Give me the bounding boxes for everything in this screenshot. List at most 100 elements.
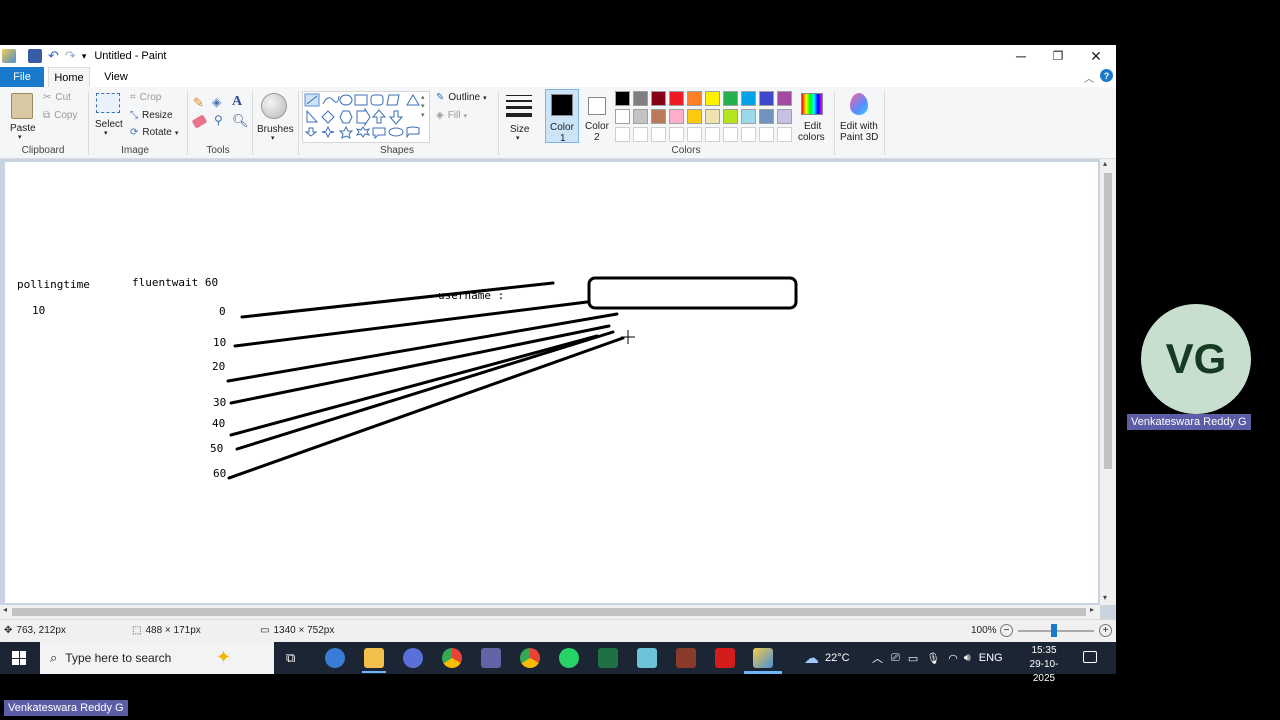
help-icon[interactable]: ? <box>1100 69 1113 82</box>
color-swatch[interactable] <box>705 109 720 124</box>
color-swatch[interactable] <box>723 91 738 106</box>
shapes-gallery[interactable] <box>302 91 430 143</box>
color-swatch[interactable] <box>741 127 756 142</box>
copy-button[interactable]: ⧉ Copy <box>43 110 78 121</box>
zoom-slider[interactable] <box>1018 624 1094 637</box>
file-explorer-icon[interactable] <box>364 648 384 668</box>
color-swatch[interactable] <box>741 91 756 106</box>
tab-home[interactable]: Home <box>48 67 90 87</box>
save-icon[interactable] <box>28 49 42 63</box>
acrobat-icon[interactable] <box>715 648 735 668</box>
tab-view[interactable]: View <box>96 67 136 87</box>
battery-icon[interactable]: ▭ <box>908 652 918 665</box>
zoom-in-icon[interactable]: + <box>1099 624 1112 637</box>
color-swatch[interactable] <box>705 91 720 106</box>
excel-icon[interactable] <box>598 648 618 668</box>
color-swatch[interactable] <box>669 109 684 124</box>
shapes-scroll[interactable]: ▴ ▾ ▾ <box>421 93 425 120</box>
notes-app-icon[interactable] <box>637 648 657 668</box>
scroll-up-icon[interactable]: ▴ <box>1103 159 1107 168</box>
windows-start-icon[interactable] <box>12 651 26 665</box>
edit-with-paint3d-button[interactable]: Edit with Paint 3D <box>838 91 882 143</box>
color-swatch[interactable] <box>687 91 702 106</box>
tab-file[interactable]: File <box>0 67 44 87</box>
volume-icon[interactable]: 🔊︎ <box>964 652 971 665</box>
scroll-left-icon[interactable]: ◂ <box>3 605 7 614</box>
weather-widget[interactable]: ☁ 22°C <box>804 642 850 674</box>
close-button[interactable]: ✕ <box>1077 45 1115 67</box>
magnifier-icon[interactable]: 🔍︎ <box>232 113 249 129</box>
color-swatch[interactable] <box>759 127 774 142</box>
browser-app-icon[interactable] <box>325 648 345 668</box>
show-hidden-icons-icon[interactable]: ︿ <box>872 650 883 666</box>
microphone-icon[interactable]: 🎙︎ <box>926 652 940 665</box>
size-button[interactable]: Size ▾ <box>504 91 534 143</box>
crop-button[interactable]: ⌗ Crop <box>130 92 161 103</box>
vpn-app-icon[interactable] <box>403 648 423 668</box>
chrome-profile-icon[interactable] <box>520 648 540 668</box>
color2-button[interactable]: Color 2 <box>582 89 612 143</box>
fill-icon[interactable]: ◈ <box>212 95 221 109</box>
task-view-icon[interactable]: ⧉ <box>286 650 295 666</box>
color-swatch[interactable] <box>777 127 792 142</box>
language-indicator[interactable]: ENG <box>979 652 1003 664</box>
resize-button[interactable]: ⤡ Resize <box>130 110 173 121</box>
game-app-icon[interactable] <box>676 648 696 668</box>
color-swatch[interactable] <box>615 109 630 124</box>
text-icon[interactable]: A <box>232 94 242 110</box>
teams-icon[interactable] <box>481 648 501 668</box>
cut-button[interactable]: ✂ Cut <box>43 92 71 103</box>
color-swatch[interactable] <box>777 91 792 106</box>
paint-taskbar-icon[interactable] <box>753 648 773 668</box>
color-swatch[interactable] <box>615 91 630 106</box>
paste-button[interactable]: Paste ▾ <box>8 91 36 141</box>
eraser-icon[interactable] <box>191 114 208 129</box>
pencil-icon[interactable]: ✎ <box>193 95 204 111</box>
whatsapp-icon[interactable] <box>559 648 579 668</box>
vertical-scrollbar[interactable]: ▴ ▾ <box>1100 159 1116 605</box>
chrome-icon[interactable] <box>442 648 462 668</box>
quick-access-dropdown-icon[interactable]: ▾ <box>82 51 87 62</box>
color-swatch[interactable] <box>741 109 756 124</box>
brushes-button[interactable]: Brushes ▾ <box>257 91 294 143</box>
scroll-down-icon[interactable]: ▾ <box>1103 593 1107 602</box>
color-swatch[interactable] <box>723 127 738 142</box>
color-swatch[interactable] <box>651 127 666 142</box>
vertical-scroll-thumb[interactable] <box>1104 173 1112 469</box>
drawing-canvas[interactable]: pollingtime 10 fluentwait 60 username : … <box>5 162 1098 603</box>
color-swatch[interactable] <box>687 109 702 124</box>
collapse-ribbon-icon[interactable]: ︿ <box>1084 70 1094 85</box>
outline-button[interactable]: ✎ Outline ▾ <box>436 92 487 103</box>
color1-button[interactable]: Color 1 <box>545 89 579 144</box>
minimize-button[interactable]: ─ <box>1002 45 1040 67</box>
color-swatch[interactable] <box>651 109 666 124</box>
fill-button[interactable]: ◈ Fill ▾ <box>436 110 467 121</box>
scroll-right-icon[interactable]: ▸ <box>1090 605 1094 614</box>
color-swatch[interactable] <box>705 127 720 142</box>
edit-colors-button[interactable]: Edit colors <box>796 91 828 143</box>
redo-icon[interactable]: ↷ <box>65 48 76 64</box>
horizontal-scroll-thumb[interactable] <box>12 608 1086 616</box>
wifi-icon[interactable]: ◠ <box>948 652 958 665</box>
notifications-icon[interactable] <box>1083 651 1097 663</box>
rotate-button[interactable]: ⟳ Rotate ▾ <box>130 127 178 138</box>
color-swatch[interactable] <box>687 127 702 142</box>
color-swatch[interactable] <box>669 91 684 106</box>
color-picker-icon[interactable]: ⚲ <box>214 113 223 127</box>
clock[interactable]: 15:35 29-10-2025 <box>1020 644 1068 686</box>
color-swatch[interactable] <box>759 91 774 106</box>
color-swatch[interactable] <box>633 109 648 124</box>
color-swatch[interactable] <box>723 109 738 124</box>
meet-icon[interactable]: ⎚ <box>891 652 900 665</box>
taskbar-search[interactable]: ⌕ Type here to search ✦ <box>40 642 274 674</box>
restore-button[interactable]: ❐ <box>1039 45 1077 67</box>
select-button[interactable]: Select ▾ <box>94 93 123 141</box>
color-swatch[interactable] <box>633 91 648 106</box>
color-swatch[interactable] <box>777 109 792 124</box>
zoom-slider-thumb[interactable] <box>1051 624 1057 637</box>
color-swatch[interactable] <box>615 127 630 142</box>
color-swatch[interactable] <box>759 109 774 124</box>
horizontal-scrollbar[interactable]: ◂ ▸ <box>0 605 1100 619</box>
zoom-out-icon[interactable]: − <box>1000 624 1013 637</box>
color-swatch[interactable] <box>651 91 666 106</box>
